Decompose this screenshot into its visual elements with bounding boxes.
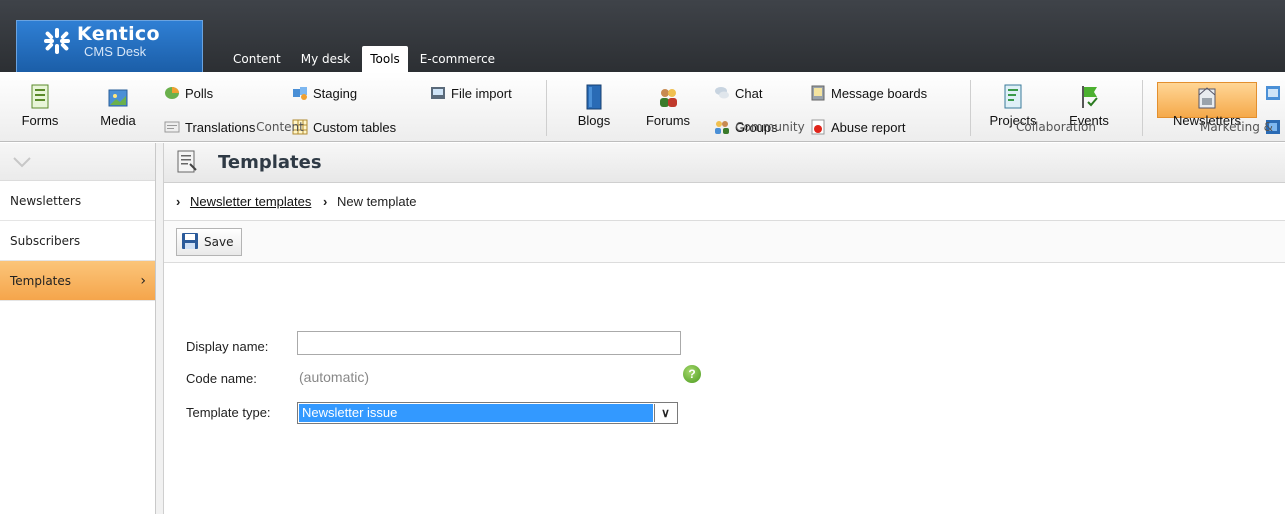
polls-button[interactable]: Polls	[164, 84, 213, 104]
media-icon	[108, 89, 128, 107]
breadcrumb-chevron-icon: ›	[322, 194, 328, 209]
sidebar-item-templates[interactable]: Templates ›	[0, 261, 155, 301]
chat-button[interactable]: Chat	[714, 84, 762, 104]
code-name-value: (automatic)	[299, 369, 370, 385]
newsletters-icon	[1198, 87, 1216, 109]
file-import-button[interactable]: File import	[430, 84, 512, 104]
blogs-button[interactable]: Blogs	[574, 84, 614, 128]
events-icon	[1082, 86, 1098, 108]
page-title: Templates	[218, 152, 322, 173]
message-boards-icon	[811, 85, 825, 101]
page-header: Templates	[164, 143, 1285, 183]
tab-my-desk[interactable]: My desk	[293, 46, 358, 72]
ribbon-separator	[970, 80, 971, 136]
file-import-label: File import	[451, 86, 512, 101]
collaboration-group-label: Collaboration	[1016, 120, 1096, 134]
left-sidebar: Newsletters Subscribers Templates ›	[0, 143, 156, 514]
display-name-label: Display name:	[186, 339, 269, 354]
blogs-icon	[586, 84, 602, 110]
main-content: Templates › Newsletter templates › New t…	[164, 143, 1285, 514]
tab-e-commerce[interactable]: E-commerce	[412, 46, 503, 72]
template-type-selected-value: Newsletter issue	[299, 404, 653, 422]
forms-icon	[31, 84, 49, 109]
ribbon-separator	[546, 80, 547, 136]
forums-icon	[660, 89, 677, 107]
code-name-label: Code name:	[186, 371, 257, 386]
action-bar: Save	[164, 221, 1285, 263]
sidebar-item-label: Subscribers	[10, 234, 81, 248]
media-button[interactable]: Media	[94, 84, 142, 128]
message-boards-button[interactable]: Message boards	[810, 84, 927, 104]
polls-label: Polls	[185, 86, 214, 101]
breadcrumb-link-newsletter-templates[interactable]: Newsletter templates	[190, 194, 311, 209]
sidebar-splitter[interactable]	[156, 143, 164, 514]
sidebar-item-label: Newsletters	[10, 194, 82, 208]
help-icon[interactable]: ?	[683, 365, 701, 383]
top-header: Kentico CMS Desk Content My desk Tools E…	[0, 0, 1285, 72]
ribbon-toolbar: Forms Media Polls Translations Staging C…	[0, 72, 1285, 142]
marketing-group-label: Marketing &	[1200, 120, 1273, 134]
staging-label: Staging	[313, 86, 358, 101]
chevron-down-icon	[13, 157, 31, 168]
polls-icon	[165, 87, 179, 99]
chevron-down-icon[interactable]: ∨	[654, 404, 676, 422]
tab-tools[interactable]: Tools	[362, 46, 408, 72]
message-boards-label: Message boards	[831, 86, 928, 101]
breadcrumb: › Newsletter templates › New template	[164, 183, 1285, 221]
staging-button[interactable]: Staging	[292, 84, 357, 104]
forms-button[interactable]: Forms	[20, 84, 60, 128]
save-button[interactable]: Save	[176, 228, 243, 256]
sidebar-item-subscribers[interactable]: Subscribers	[0, 221, 155, 261]
community-group-label: Community	[735, 120, 805, 134]
product-name: CMS Desk	[84, 44, 147, 59]
projects-icon	[1004, 84, 1022, 109]
main-tabs: Content My desk Tools E-commerce	[225, 46, 507, 72]
sidebar-collapse-bar[interactable]	[0, 143, 155, 181]
chat-icon	[715, 87, 729, 99]
kentico-logo-icon	[44, 28, 70, 54]
media-label: Media	[100, 113, 136, 128]
save-icon	[182, 233, 198, 249]
blogs-label: Blogs	[577, 113, 611, 128]
file-import-icon	[431, 87, 445, 99]
breadcrumb-chevron-icon: ›	[176, 194, 181, 209]
brand-name: Kentico	[77, 23, 160, 45]
sidebar-item-newsletters[interactable]: Newsletters	[0, 181, 155, 221]
ribbon-separator	[1142, 80, 1143, 136]
display-name-field[interactable]	[297, 331, 681, 355]
content-group-label: Content	[256, 120, 304, 134]
chevron-right-icon: ›	[140, 273, 146, 289]
template-type-select[interactable]: Newsletter issue ∨	[297, 402, 678, 424]
staging-icon	[293, 87, 307, 100]
tab-content[interactable]: Content	[225, 46, 289, 72]
marketing-small-button[interactable]	[1265, 84, 1285, 104]
forms-label: Forms	[21, 113, 59, 128]
save-label: Save	[204, 235, 234, 249]
template-type-label: Template type:	[186, 405, 271, 420]
report-icon	[1266, 86, 1280, 100]
sidebar-item-label: Templates	[10, 274, 72, 288]
breadcrumb-current: New template	[336, 194, 417, 209]
chat-label: Chat	[735, 86, 763, 101]
logo[interactable]: Kentico CMS Desk	[16, 20, 203, 72]
templates-icon	[177, 150, 197, 173]
